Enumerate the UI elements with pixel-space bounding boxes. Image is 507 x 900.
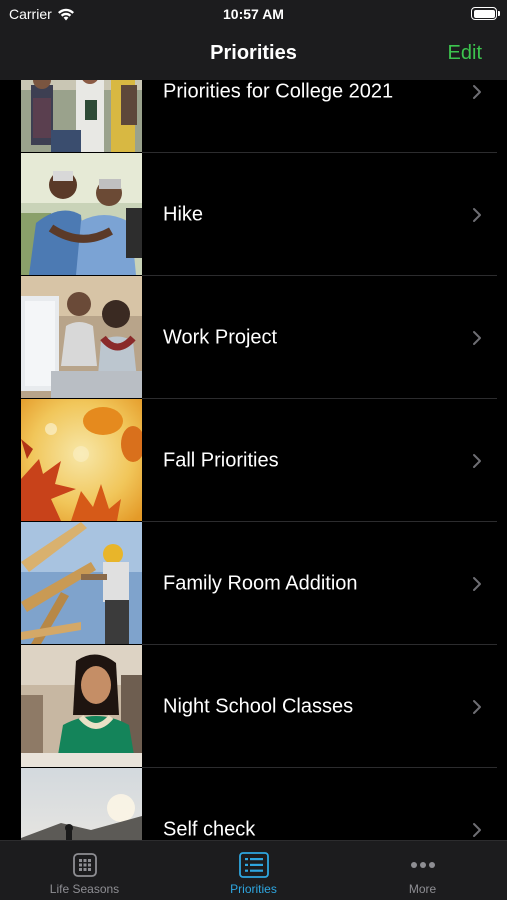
- list-icon: [238, 852, 269, 878]
- tab-priorities[interactable]: Priorities: [169, 841, 338, 900]
- list-item-label: Family Room Addition: [163, 572, 358, 594]
- navigation-bar: Priorities Edit: [0, 30, 507, 80]
- status-time: 10:57 AM: [223, 6, 284, 22]
- tab-life-seasons[interactable]: Life Seasons: [0, 841, 169, 900]
- priorities-list[interactable]: Priorities for College 2021 Hike Work Pr…: [0, 80, 507, 840]
- list-item-label: Night School Classes: [163, 695, 354, 717]
- list-item-label: Work Project: [163, 326, 278, 348]
- construction-worker-photo: [21, 522, 142, 644]
- chevron-right-icon: [473, 453, 481, 468]
- autumn-leaves-photo: [21, 399, 142, 521]
- tab-bar: Life Seasons Priorities More: [0, 840, 507, 900]
- list-item[interactable]: Family Room Addition: [0, 522, 507, 645]
- list-item[interactable]: Night School Classes: [0, 645, 507, 768]
- list-item-label: Hike: [163, 203, 204, 225]
- coworkers-desk-photo: [21, 276, 142, 398]
- list-item-label: Priorities for College 2021: [163, 80, 394, 102]
- chevron-right-icon: [473, 699, 481, 714]
- page-title: Priorities: [210, 42, 297, 64]
- tab-more[interactable]: More: [338, 841, 507, 900]
- list-item-label: Fall Priorities: [163, 449, 279, 471]
- chevron-right-icon: [473, 576, 481, 591]
- battery-icon: [471, 7, 500, 20]
- tab-label: More: [408, 882, 437, 896]
- chevron-right-icon: [473, 84, 481, 99]
- students-walking-photo: [21, 80, 142, 152]
- list-item[interactable]: Hike: [0, 153, 507, 276]
- list-item[interactable]: Priorities for College 2021: [0, 80, 507, 153]
- hiker-silhouette-photo: [21, 768, 142, 840]
- status-bar: Carrier 10:57 AM: [0, 0, 507, 30]
- list-item-label: Self check: [163, 818, 256, 840]
- couple-hugging-photo: [21, 153, 142, 275]
- list-item[interactable]: Work Project: [0, 276, 507, 399]
- student-classroom-photo: [21, 645, 142, 767]
- chevron-right-icon: [473, 330, 481, 345]
- grid-icon: [72, 853, 97, 877]
- edit-button[interactable]: Edit: [448, 42, 482, 65]
- list-item[interactable]: Self check: [0, 768, 507, 840]
- tab-label: Priorities: [230, 882, 277, 896]
- chevron-right-icon: [473, 822, 481, 837]
- list-item[interactable]: Fall Priorities: [0, 399, 507, 522]
- tab-label: Life Seasons: [49, 882, 120, 896]
- chevron-right-icon: [473, 207, 481, 222]
- more-icon: [410, 862, 435, 868]
